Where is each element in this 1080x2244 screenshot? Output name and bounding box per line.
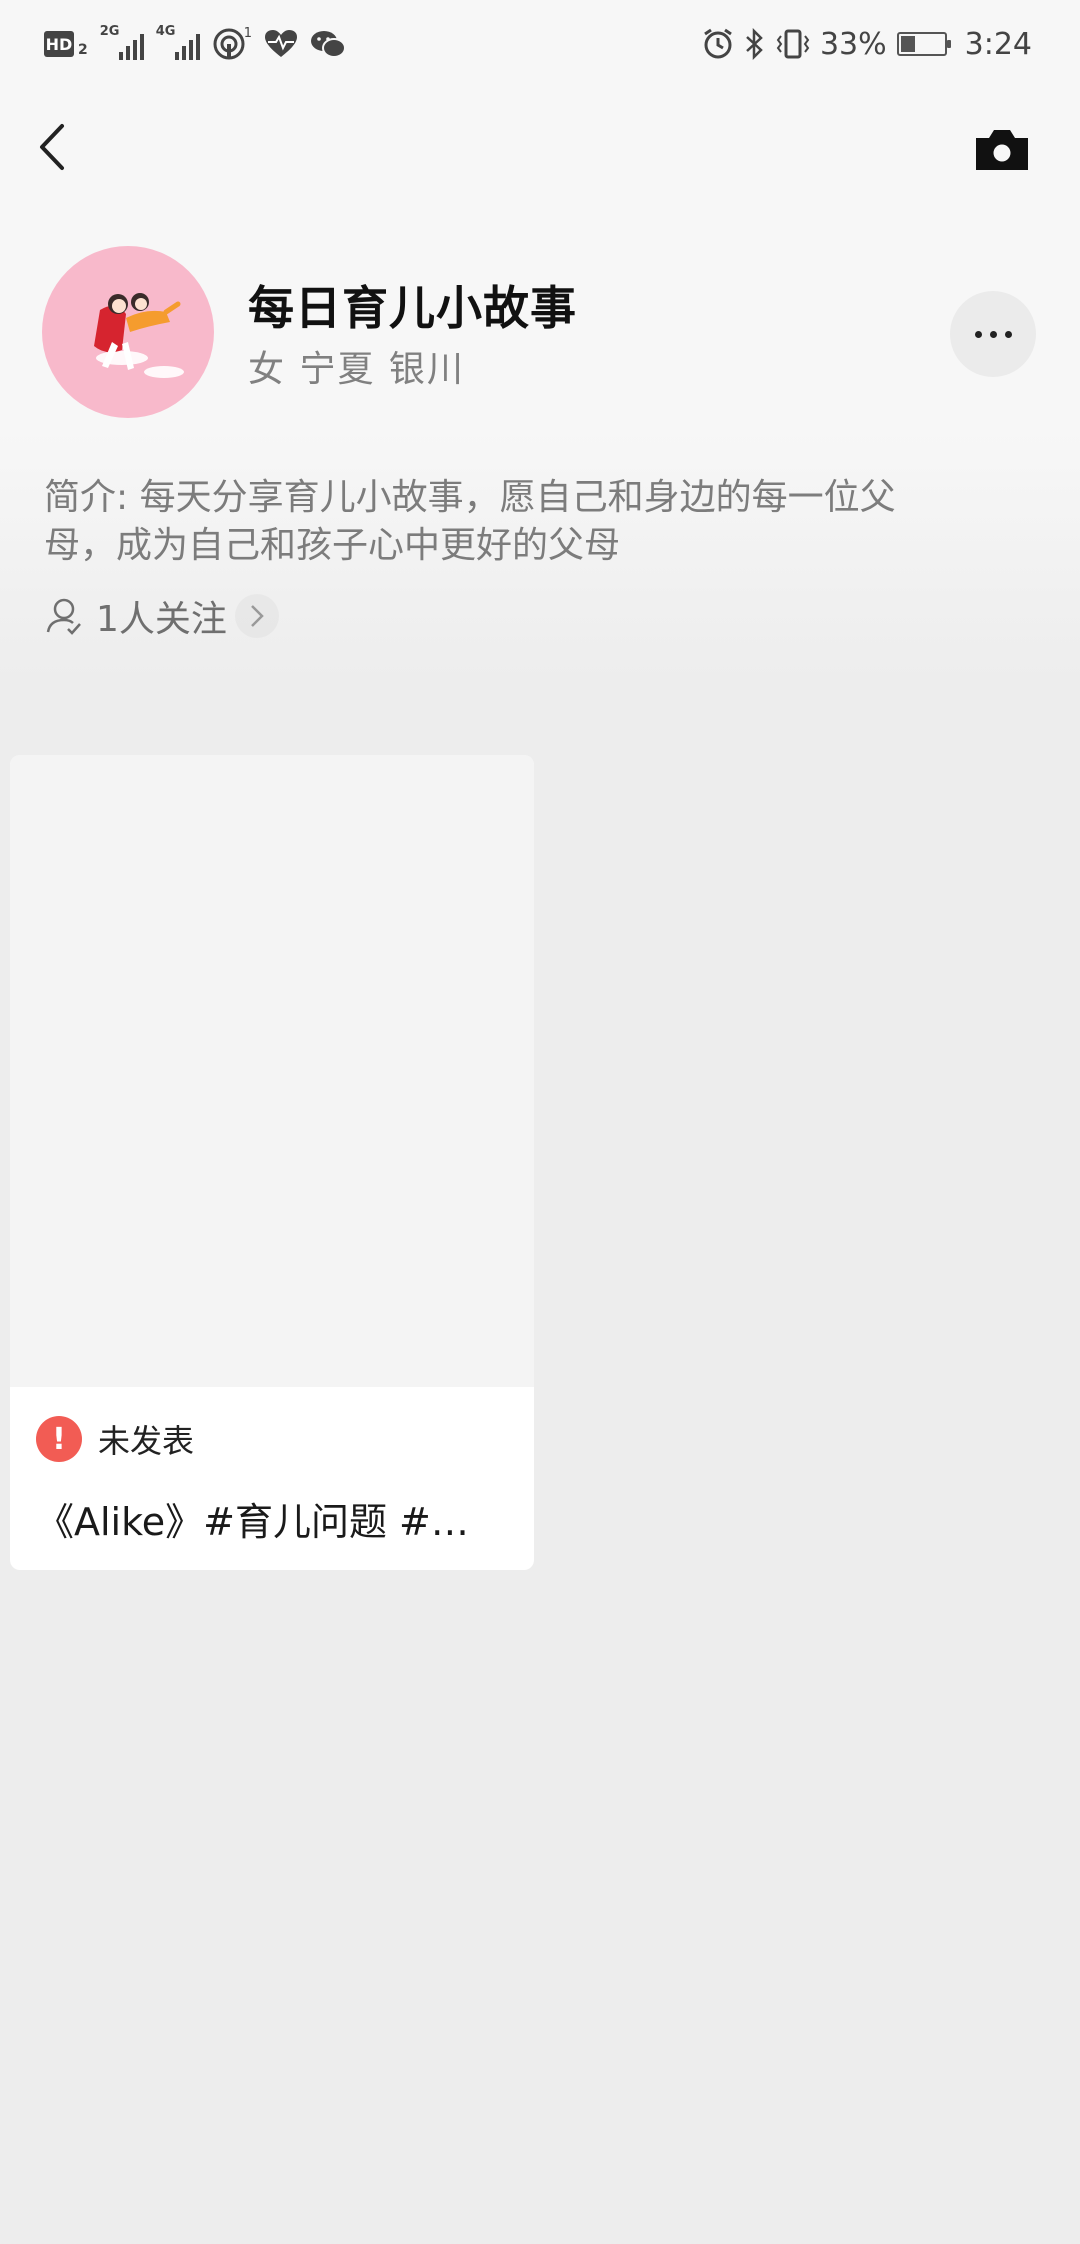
warning-icon: ! (36, 1416, 82, 1462)
signal-4g-label: 4G (155, 24, 176, 39)
back-button[interactable] (30, 112, 80, 182)
camera-icon (976, 130, 1028, 170)
profile-intro: 简介: 每天分享育儿小故事，愿自己和身边的每一位父母，成为自己和孩子心中更好的父… (44, 477, 896, 566)
hd-sim-label: 2 (78, 42, 88, 58)
hotspot-count: 1 (243, 25, 253, 41)
profile-meta: 女 宁夏 银川 (248, 349, 465, 390)
signal-2g-label: 2G (99, 24, 120, 39)
post-thumbnail (10, 755, 534, 1387)
more-dot-icon (1004, 330, 1012, 338)
more-dot-icon (989, 330, 997, 338)
chevron-right-icon (235, 594, 279, 638)
post-status: ! 未发表 (36, 1415, 194, 1463)
avatar-illustration-icon (94, 293, 184, 378)
post-status-text: 未发表 (98, 1422, 195, 1460)
post-title: 《Alike》#育儿问题 #育… (36, 1500, 496, 1544)
signal-4g-icon: 4G (155, 24, 200, 62)
post-card[interactable]: ! 未发表 《Alike》#育儿问题 #育… (10, 755, 534, 1570)
followers-count: 1人关注 (96, 599, 227, 640)
followers-link[interactable]: 1人关注 (44, 590, 279, 642)
battery-percent: 33% (819, 26, 887, 62)
health-heart-icon (265, 30, 298, 57)
bluetooth-icon (746, 28, 763, 60)
chevron-left-icon (40, 124, 64, 170)
vibrate-icon (776, 29, 810, 59)
status-right: 33% 3:24 (702, 22, 1032, 66)
camera-button[interactable] (972, 124, 1032, 174)
signal-2g-icon: 2G (99, 24, 144, 62)
more-dot-icon (974, 330, 982, 338)
hotspot-icon (213, 28, 245, 60)
hd-icon: HD (44, 31, 74, 57)
profile-name: 每日育儿小故事 (248, 281, 577, 335)
status-left: HD 2 2G 4G 1 (44, 22, 347, 66)
alarm-icon (704, 28, 732, 59)
wechat-icon (311, 31, 347, 58)
battery-icon (896, 32, 951, 56)
profile-page: HD 2 2G 4G 1 33% 3:24 每日育儿小故事 女 宁夏 银川 简介… (0, 0, 1080, 2244)
status-bar: HD 2 2G 4G 1 33% 3:24 (0, 0, 1080, 86)
clock: 3:24 (964, 26, 1032, 62)
user-icon (46, 598, 81, 635)
avatar[interactable] (42, 246, 214, 418)
more-options-button[interactable] (950, 291, 1036, 377)
